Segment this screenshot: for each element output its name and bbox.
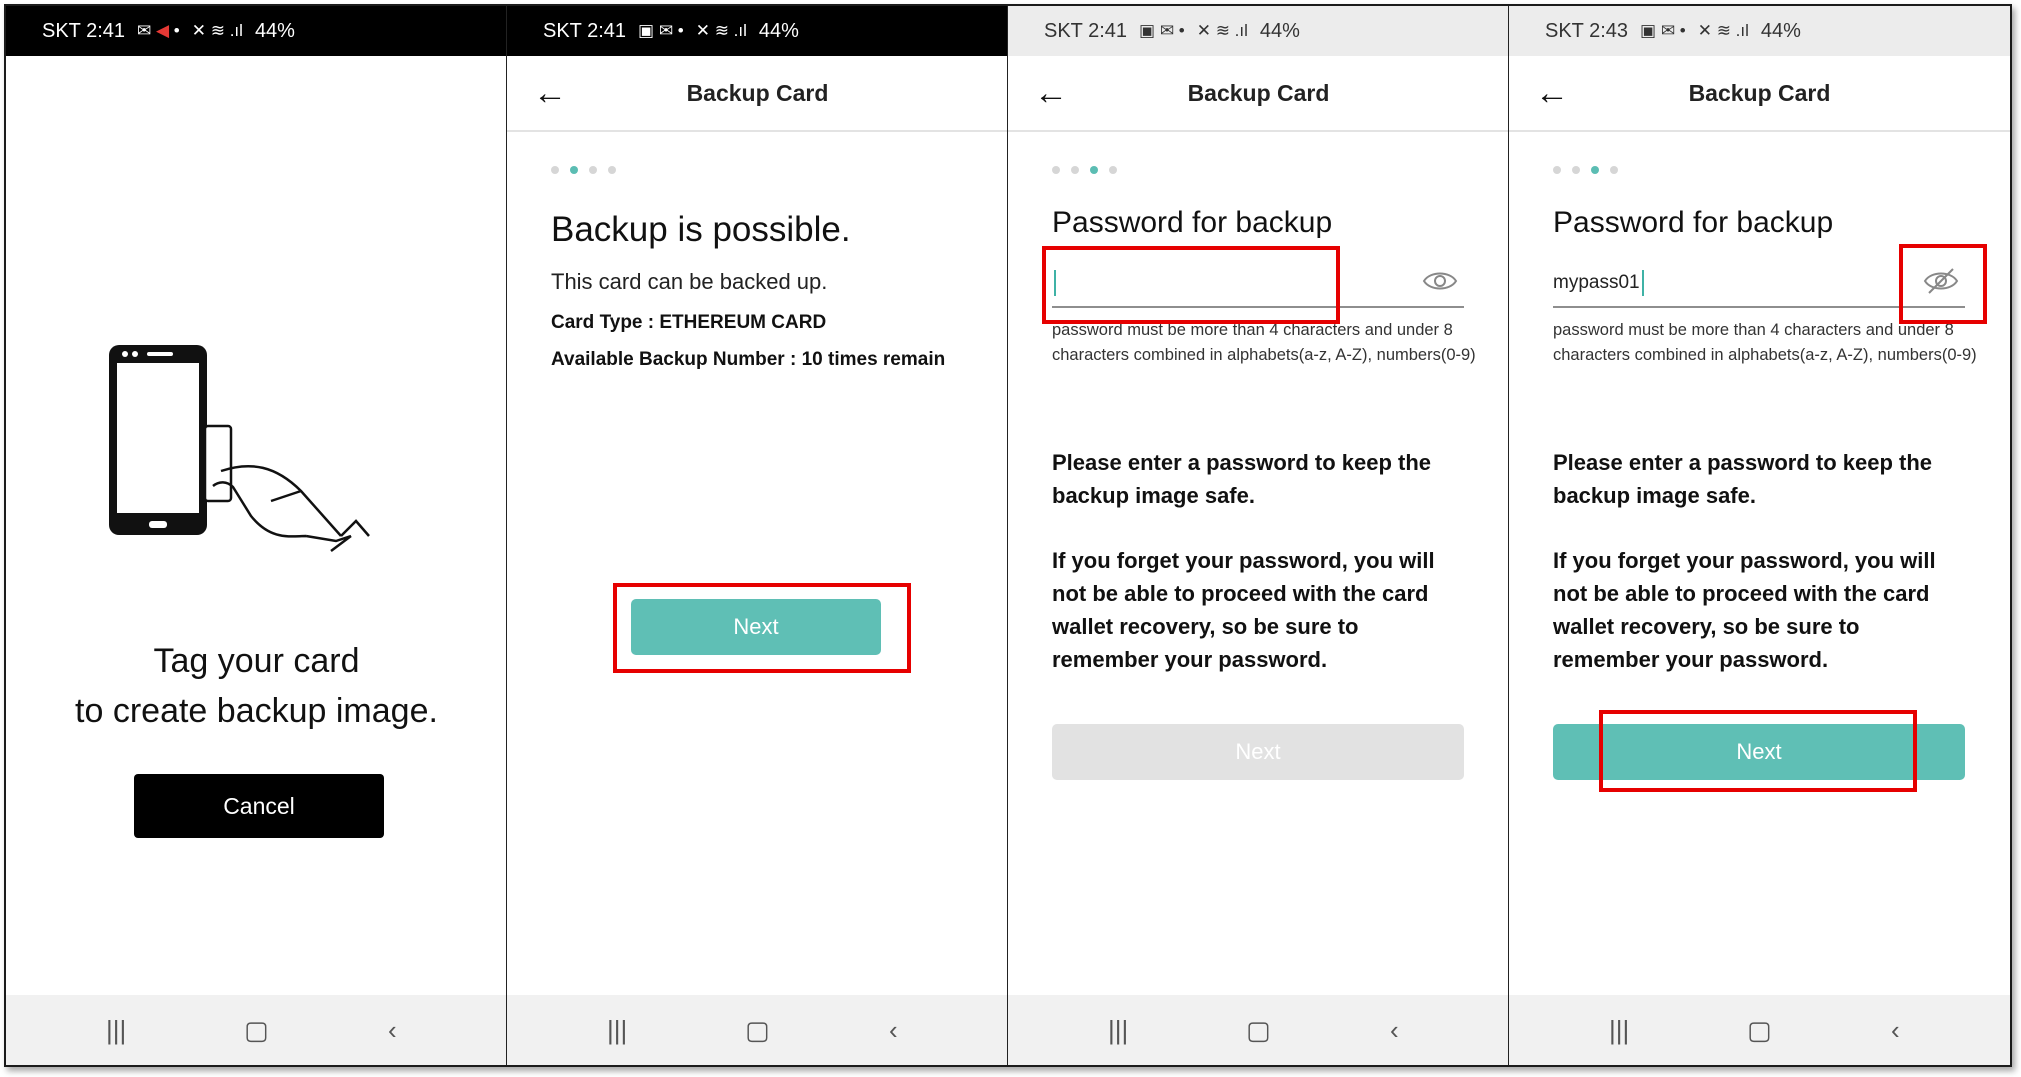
status-carrier-time: SKT 2:41	[42, 19, 126, 42]
phone-card-illustration	[109, 345, 370, 552]
app-bar: ← Backup Card	[1008, 56, 1509, 132]
battery-level: 44%	[254, 19, 295, 42]
tag-instruction: Tag your card to create backup image.	[6, 636, 507, 736]
highlight-box	[1042, 246, 1340, 324]
system-nav-bar: ||| ▢ ‹	[1509, 995, 2010, 1065]
notification-icons: ▣ ✉ •	[638, 21, 684, 40]
battery-level: 44%	[758, 19, 799, 42]
page-title: Backup Card	[686, 80, 829, 106]
password-note-1: Please enter a password to keep the back…	[1052, 450, 1432, 508]
password-value: mypass01	[1553, 272, 1640, 294]
step-dot-active	[1591, 166, 1599, 174]
step-dot-active	[1090, 166, 1098, 174]
app-bar: ← Backup Card	[1509, 56, 2010, 132]
password-note-2: If you forget your password, you will no…	[1052, 548, 1435, 672]
highlight-box	[613, 583, 911, 673]
highlight-box	[1599, 710, 1917, 792]
app-bar: ← Backup Card	[507, 56, 1008, 132]
eye-icon[interactable]	[1422, 266, 1458, 296]
step-dot	[1071, 166, 1079, 174]
recent-apps-icon[interactable]: |||	[1108, 1017, 1128, 1043]
recent-apps-icon[interactable]: |||	[607, 1017, 627, 1043]
backup-heading: Backup is possible.	[551, 210, 851, 249]
panel-tag-card: SKT 2:41 ✉ ◀ • ✕ ≋ .ıl 44% Tag your card…	[6, 6, 507, 1065]
step-dot	[1610, 166, 1618, 174]
status-carrier-time: SKT 2:43	[1545, 19, 1629, 42]
text-caret	[1641, 270, 1644, 296]
step-dot	[1572, 166, 1580, 174]
step-indicator	[1052, 166, 1117, 174]
next-button-disabled[interactable]: Next	[1052, 724, 1464, 780]
password-hint: password must be more than 4 characters …	[1052, 321, 1476, 364]
battery-level: 44%	[1760, 19, 1801, 42]
home-icon[interactable]: ▢	[1747, 1017, 1772, 1043]
password-hint: password must be more than 4 characters …	[1553, 321, 1977, 364]
nav-back-icon[interactable]: ‹	[889, 1017, 898, 1043]
status-bar: SKT 2:41 ✉ ◀ • ✕ ≋ .ıl 44%	[6, 6, 507, 56]
notification-icons: ▣ ✉ •	[1139, 21, 1185, 40]
status-bar: SKT 2:41 ▣ ✉ • ✕ ≋ .ıl 44%	[507, 6, 1008, 56]
available-backup-number: Available Backup Number : 10 times remai…	[551, 349, 946, 370]
signal-icons: ✕ ≋ .ıl	[1697, 21, 1749, 40]
page-title: Backup Card	[1187, 80, 1330, 106]
system-nav-bar: ||| ▢ ‹	[507, 995, 1008, 1065]
signal-icons: ✕ ≋ .ıl	[1196, 21, 1248, 40]
screenshot-frame: SKT 2:41 ✉ ◀ • ✕ ≋ .ıl 44% Tag your card…	[4, 4, 2012, 1067]
step-dot	[608, 166, 616, 174]
status-bar: SKT 2:41 ▣ ✉ • ✕ ≋ .ıl 44%	[1008, 6, 1509, 56]
status-bar: SKT 2:43 ▣ ✉ • ✕ ≋ .ıl 44%	[1509, 6, 2010, 56]
step-indicator	[1553, 166, 1618, 174]
signal-icons: ✕ ≋ .ıl	[191, 21, 243, 40]
nav-back-icon[interactable]: ‹	[388, 1017, 397, 1043]
notification-icons: ▣ ✉ •	[1640, 21, 1686, 40]
tag-instruction-line2: to create backup image.	[75, 692, 438, 730]
card-type: Card Type : ETHEREUM CARD	[551, 312, 827, 333]
password-note-1: Please enter a password to keep the back…	[1553, 450, 1933, 508]
home-icon[interactable]: ▢	[244, 1017, 269, 1043]
status-carrier-time: SKT 2:41	[543, 19, 627, 42]
nav-back-icon[interactable]: ‹	[1891, 1017, 1900, 1043]
highlight-box	[1899, 244, 1987, 324]
step-dot	[1109, 166, 1117, 174]
step-dot	[551, 166, 559, 174]
tag-instruction-line1: Tag your card	[153, 642, 360, 680]
backup-subtext: This card can be backed up.	[551, 269, 828, 294]
panel-password-filled: SKT 2:43 ▣ ✉ • ✕ ≋ .ıl 44% ← Backup Card…	[1509, 6, 2010, 1065]
password-title: Password for backup	[1553, 206, 1834, 239]
step-indicator	[551, 166, 616, 174]
password-title: Password for backup	[1052, 206, 1333, 239]
step-dot	[589, 166, 597, 174]
step-dot	[1052, 166, 1060, 174]
password-note-2: If you forget your password, you will no…	[1553, 548, 1936, 672]
cancel-button[interactable]: Cancel	[134, 774, 384, 838]
notification-icons: ✉ ◀ •	[137, 21, 180, 40]
nav-back-icon[interactable]: ‹	[1390, 1017, 1399, 1043]
recent-apps-icon[interactable]: |||	[106, 1017, 126, 1043]
page-title: Backup Card	[1688, 80, 1831, 106]
system-nav-bar: ||| ▢ ‹	[6, 995, 507, 1065]
step-dot-active	[570, 166, 578, 174]
recent-apps-icon[interactable]: |||	[1609, 1017, 1629, 1043]
home-icon[interactable]: ▢	[745, 1017, 770, 1043]
battery-level: 44%	[1259, 19, 1300, 42]
system-nav-bar: ||| ▢ ‹	[1008, 995, 1509, 1065]
panel-password-empty: SKT 2:41 ▣ ✉ • ✕ ≋ .ıl 44% ← Backup Card…	[1008, 6, 1509, 1065]
home-icon[interactable]: ▢	[1246, 1017, 1271, 1043]
step-dot	[1553, 166, 1561, 174]
status-carrier-time: SKT 2:41	[1044, 19, 1128, 42]
panel-backup-possible: SKT 2:41 ▣ ✉ • ✕ ≋ .ıl 44% ← Backup Card…	[507, 6, 1008, 1065]
signal-icons: ✕ ≋ .ıl	[695, 21, 747, 40]
